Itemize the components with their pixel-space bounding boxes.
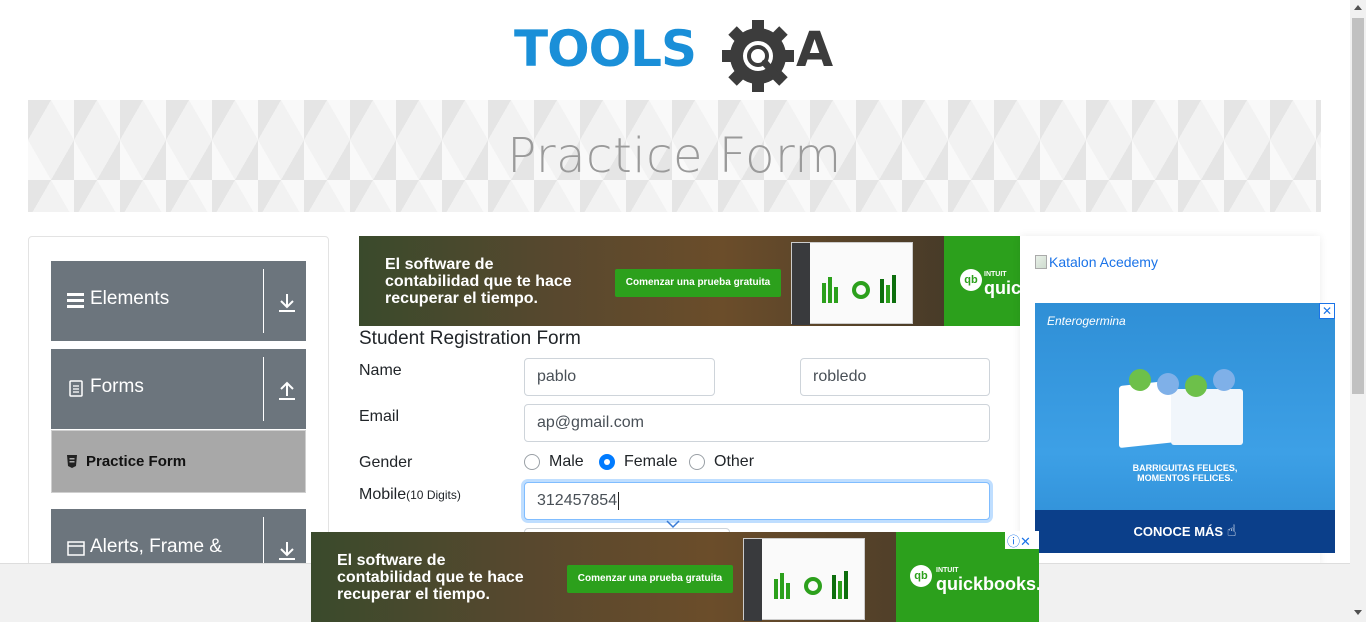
quickbooks-logo-icon: qb	[960, 269, 982, 291]
mobile-label: Mobile(10 Digits)	[359, 486, 461, 503]
katalon-academy-link[interactable]: Katalon Acedemy	[1035, 254, 1158, 270]
mascot-image	[1157, 373, 1179, 395]
download-arrow-icon[interactable]	[278, 293, 296, 313]
mobile-hint: (10 Digits)	[406, 488, 461, 502]
hand-cursor-icon: ☝	[1226, 523, 1237, 540]
page-title: Practice Form	[507, 128, 842, 184]
window-icon	[67, 541, 85, 556]
mascot-image	[1213, 369, 1235, 391]
sidebar-group-elements[interactable]: Elements	[51, 261, 306, 341]
form-title: Student Registration Form	[359, 328, 581, 349]
hamburger-icon	[67, 293, 84, 308]
mascot-image	[1185, 375, 1207, 397]
radio-label[interactable]: Female	[624, 453, 677, 471]
logo-text-a: A	[796, 22, 833, 78]
ad-brand-label: Enterogermina	[1047, 314, 1126, 328]
last-name-input[interactable]: robledo	[800, 358, 990, 396]
sidebar-item-label: Practice Form	[86, 453, 187, 470]
ad-cta-button[interactable]: Comenzar una prueba gratuita	[567, 565, 733, 593]
gender-label: Gender	[359, 454, 413, 471]
page-banner: Practice Form	[28, 100, 1321, 212]
mascot-image	[1129, 369, 1151, 391]
conoce-mas-button[interactable]: CONOCE MÁS ☝	[1035, 510, 1335, 553]
html-icon	[67, 455, 77, 468]
radio-label[interactable]: Male	[549, 453, 584, 471]
broken-image-icon	[1035, 255, 1047, 269]
ad-text: El software de contabilidad que te hace …	[385, 256, 572, 307]
quickbooks-ad-top[interactable]: El software de contabilidad que te hace …	[359, 236, 1020, 326]
quickbooks-label: quickbooks.	[936, 574, 1039, 594]
divider	[263, 357, 264, 421]
scrollbar-thumb[interactable]	[1352, 18, 1364, 394]
vertical-scrollbar[interactable]	[1350, 0, 1366, 622]
ad-tagline: BARRIGUITAS FELICES, MOMENTOS FELICES.	[1132, 463, 1238, 483]
gear-icon	[722, 20, 794, 92]
quickbooks-ad-bottom[interactable]: El software de contabilidad que te hace …	[311, 532, 1039, 622]
ad-dashboard-image	[743, 538, 865, 621]
divider	[263, 269, 264, 333]
sidebar-group-label: Forms	[90, 376, 144, 397]
download-arrow-icon[interactable]	[278, 541, 296, 561]
document-icon	[69, 380, 83, 397]
mobile-input[interactable]: 312457854	[524, 482, 990, 520]
gender-radio-other[interactable]: Other	[689, 453, 755, 472]
ad-close-icon[interactable]: ✕	[1319, 303, 1335, 319]
name-label: Name	[359, 362, 402, 379]
gender-radio-female[interactable]: Female	[599, 453, 677, 472]
radio-circle[interactable]	[524, 454, 540, 470]
gender-radio-male[interactable]: Male	[524, 453, 586, 472]
enterogermina-ad[interactable]: Enterogermina BARRIGUITAS FELICES, MOMEN…	[1035, 303, 1335, 553]
sidebar-item-practice-form[interactable]: Practice Form	[51, 430, 306, 493]
sidebar-group-label: Elements	[90, 288, 170, 309]
intuit-label: INTUIT	[984, 271, 1007, 278]
sidebar: Elements Forms Practice Form Alerts, Fra…	[28, 236, 329, 589]
product-box-image	[1171, 389, 1243, 445]
ad-cta-button[interactable]: Comenzar una prueba gratuita	[615, 269, 781, 297]
quickbooks-logo-icon: qb	[910, 565, 932, 587]
ad-dashboard-image	[791, 242, 913, 325]
chevron-down-icon	[666, 520, 680, 529]
radio-circle[interactable]	[689, 454, 705, 470]
quickbooks-brand-block: qb INTUIT quickbooks	[944, 236, 1020, 326]
scroll-up-arrow-icon[interactable]	[1354, 5, 1362, 10]
logo-text-tools: TOOLS	[514, 20, 696, 78]
sidebar-group-forms[interactable]: Forms	[51, 349, 306, 429]
ad-choices-close-icon[interactable]: ⓘ✕	[1005, 531, 1039, 549]
page: TOOLS A Practice Form Elements Forms Pra…	[0, 0, 1366, 622]
radio-label[interactable]: Other	[714, 453, 754, 471]
radio-circle-selected[interactable]	[599, 454, 615, 470]
upload-arrow-icon[interactable]	[278, 381, 296, 401]
scroll-down-arrow-icon[interactable]	[1354, 610, 1362, 615]
quickbooks-label: quickbooks	[984, 278, 1020, 298]
text-caret	[618, 491, 620, 510]
toolsqa-logo[interactable]: TOOLS A	[514, 14, 838, 92]
sidebar-group-label: Alerts, Frame &	[90, 536, 222, 557]
email-input[interactable]: ap@gmail.com	[524, 404, 990, 442]
ad-text: El software de contabilidad que te hace …	[337, 552, 524, 603]
email-label: Email	[359, 408, 400, 425]
mobile-input-value: 312457854	[537, 492, 618, 509]
first-name-input[interactable]: pablo	[524, 358, 715, 396]
intuit-label: INTUIT	[936, 567, 959, 574]
